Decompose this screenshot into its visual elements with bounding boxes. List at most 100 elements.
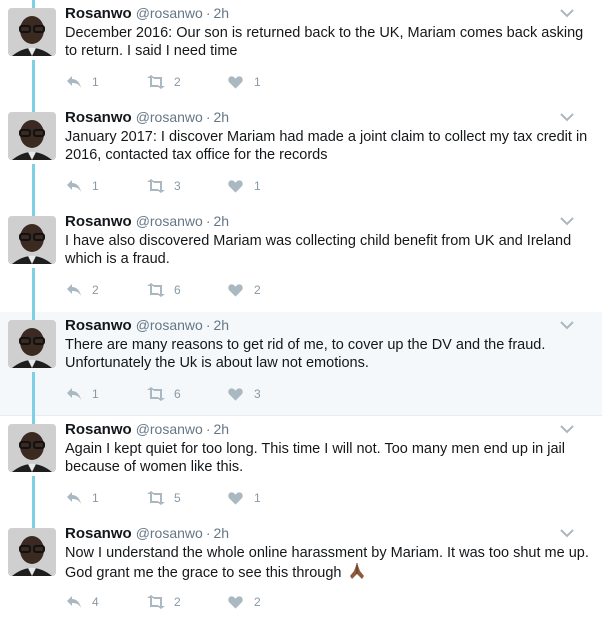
author-handle[interactable]: @rosanwo: [136, 5, 203, 21]
reply-count: 1: [92, 387, 99, 401]
like-button[interactable]: 1: [228, 177, 261, 195]
timestamp[interactable]: 2h: [214, 109, 230, 125]
like-button[interactable]: 2: [228, 281, 261, 299]
chevron-down-icon[interactable]: [560, 112, 574, 122]
like-count: 2: [254, 283, 261, 297]
thread-line: [32, 312, 35, 320]
reply-count: 1: [92, 75, 99, 89]
like-button[interactable]: 3: [228, 385, 261, 403]
tweet-text: Again I kept quiet for too long. This ti…: [65, 441, 565, 475]
chevron-down-icon[interactable]: [560, 216, 574, 226]
timestamp[interactable]: 2h: [214, 525, 230, 541]
reply-icon: [67, 596, 81, 608]
thread-line: [32, 476, 35, 520]
avatar[interactable]: [8, 8, 56, 56]
timestamp[interactable]: 2h: [214, 317, 230, 333]
retweet-button[interactable]: 6: [146, 385, 181, 403]
chevron-down-icon[interactable]: [560, 8, 574, 18]
retweet-button[interactable]: 3: [146, 177, 181, 195]
separator-dot: ·: [205, 525, 211, 541]
thread-line: [32, 0, 35, 8]
reply-icon: [67, 388, 81, 400]
thread-line: [32, 372, 35, 416]
tweet[interactable]: Rosanwo @rosanwo · 2h I have also discovere…: [0, 208, 602, 312]
retweet-count: 2: [174, 75, 181, 89]
like-count: 1: [254, 179, 261, 193]
reply-button[interactable]: 1: [66, 177, 99, 195]
chevron-down-icon[interactable]: [560, 528, 574, 538]
tweet[interactable]: Rosanwo @rosanwo · 2h There are many reason…: [0, 312, 602, 416]
retweet-button[interactable]: 6: [146, 281, 181, 299]
timestamp[interactable]: 2h: [214, 421, 230, 437]
tweet-text: January 2017: I discover Mariam had made…: [65, 129, 588, 163]
thread-line: [32, 104, 35, 112]
author-name[interactable]: Rosanwo: [65, 109, 132, 126]
chevron-down-icon[interactable]: [560, 424, 574, 434]
retweet-button[interactable]: 5: [146, 489, 181, 507]
tweet[interactable]: Rosanwo @rosanwo · 2h December 2016: Our so…: [0, 0, 602, 104]
separator-dot: ·: [205, 317, 211, 333]
retweet-icon: [147, 75, 165, 89]
avatar[interactable]: [8, 320, 56, 368]
separator-dot: ·: [205, 421, 211, 437]
thread-line: [32, 60, 35, 104]
tweet[interactable]: Rosanwo @rosanwo · 2h Now I understand the …: [0, 520, 602, 623]
avatar[interactable]: [8, 424, 56, 472]
author-name[interactable]: Rosanwo: [65, 317, 132, 334]
author-name[interactable]: Rosanwo: [65, 213, 132, 230]
retweet-count: 6: [174, 387, 181, 401]
thread-line: [32, 268, 35, 312]
like-button[interactable]: 2: [228, 593, 261, 611]
author-handle[interactable]: @rosanwo: [136, 213, 203, 229]
timestamp[interactable]: 2h: [214, 5, 230, 21]
avatar[interactable]: [8, 528, 56, 576]
retweet-count: 3: [174, 179, 181, 193]
like-count: 3: [254, 387, 261, 401]
thread-line: [32, 164, 35, 208]
like-button[interactable]: 1: [228, 73, 261, 91]
reply-button[interactable]: 4: [66, 593, 99, 611]
reply-button[interactable]: 1: [66, 489, 99, 507]
thread-line: [32, 520, 35, 528]
retweet-icon: [147, 283, 165, 297]
chevron-down-icon[interactable]: [560, 320, 574, 330]
like-button[interactable]: 1: [228, 489, 261, 507]
heart-icon: [228, 284, 243, 297]
tweet-text: Now I understand the whole online harass…: [65, 544, 590, 582]
reply-button[interactable]: 2: [66, 281, 99, 299]
author-name[interactable]: Rosanwo: [65, 421, 132, 438]
reply-icon: [67, 492, 81, 504]
avatar[interactable]: [8, 216, 56, 264]
heart-icon: [228, 76, 243, 89]
author-handle[interactable]: @rosanwo: [136, 317, 203, 333]
reply-icon: [67, 284, 81, 296]
reply-button[interactable]: 1: [66, 385, 99, 403]
heart-icon: [228, 388, 243, 401]
avatar[interactable]: [8, 112, 56, 160]
reply-count: 1: [92, 179, 99, 193]
reply-icon: [67, 76, 81, 88]
tweet-text: There are many reasons to get rid of me,…: [65, 337, 546, 371]
retweet-icon: [147, 387, 165, 401]
reply-count: 1: [92, 491, 99, 505]
author-handle[interactable]: @rosanwo: [136, 421, 203, 437]
reply-count: 2: [92, 283, 99, 297]
tweet-thread: Rosanwo @rosanwo · 2h December 2016: Our so…: [0, 0, 602, 623]
author-handle[interactable]: @rosanwo: [136, 109, 203, 125]
retweet-button[interactable]: 2: [146, 593, 181, 611]
thread-line: [32, 416, 35, 424]
tweet[interactable]: Rosanwo @rosanwo · 2h Again I kept quiet fo…: [0, 416, 602, 520]
timestamp[interactable]: 2h: [214, 213, 230, 229]
tweet-text-body: Now I understand the whole online harass…: [65, 545, 589, 581]
tweet[interactable]: Rosanwo @rosanwo · 2h January 2017: I disco…: [0, 104, 602, 208]
separator-dot: ·: [205, 109, 211, 125]
separator-dot: ·: [205, 213, 211, 229]
reply-button[interactable]: 1: [66, 73, 99, 91]
retweet-button[interactable]: 2: [146, 73, 181, 91]
author-name[interactable]: Rosanwo: [65, 525, 132, 542]
thread-line: [32, 208, 35, 216]
author-handle[interactable]: @rosanwo: [136, 525, 203, 541]
retweet-icon: [147, 179, 165, 193]
author-name[interactable]: Rosanwo: [65, 5, 132, 22]
reply-icon: [67, 180, 81, 192]
